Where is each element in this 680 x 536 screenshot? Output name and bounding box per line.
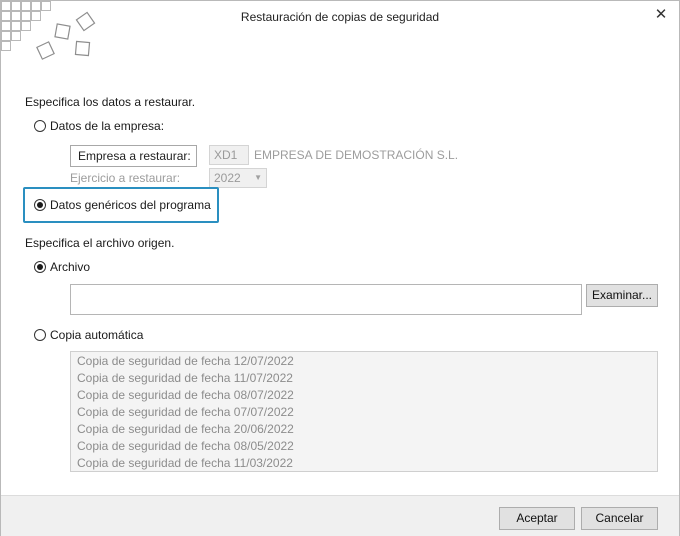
radio-datos-empresa-label[interactable]: Datos de la empresa: (50, 119, 164, 133)
list-item[interactable]: Copia de seguridad de fecha 08/05/2022 (77, 439, 294, 453)
archivo-input[interactable] (70, 284, 582, 315)
radio-datos-genericos-label[interactable]: Datos genéricos del programa (50, 198, 211, 212)
list-item[interactable]: Copia de seguridad de fecha 11/07/2022 (77, 371, 293, 385)
chevron-down-icon: ▼ (254, 173, 262, 182)
empresa-code-field: XD1 (209, 145, 249, 165)
empresa-a-restaurar-button[interactable]: Empresa a restaurar: (70, 145, 197, 167)
section-archivo-heading: Especifica el archivo origen. (25, 236, 175, 250)
close-icon[interactable]: ✕ (651, 5, 671, 25)
list-item[interactable]: Copia de seguridad de fecha 08/07/2022 (77, 388, 294, 402)
list-item[interactable]: Copia de seguridad de fecha 11/03/2022 (77, 456, 293, 470)
aceptar-button[interactable]: Aceptar (499, 507, 575, 530)
ejercicio-select: 2022 ▼ (209, 168, 267, 188)
list-item[interactable]: Copia de seguridad de fecha 07/07/2022 (77, 405, 294, 419)
ejercicio-label: Ejercicio a restaurar: (70, 171, 181, 185)
list-item[interactable]: Copia de seguridad de fecha 20/06/2022 (77, 422, 294, 436)
examinar-button[interactable]: Examinar... (586, 284, 658, 307)
cancelar-button[interactable]: Cancelar (581, 507, 658, 530)
empresa-name-text: EMPRESA DE DEMOSTRACIÓN S.L. (254, 148, 459, 162)
radio-copia-automatica[interactable] (34, 329, 46, 341)
ejercicio-value: 2022 (214, 171, 241, 185)
radio-copia-automatica-label[interactable]: Copia automática (50, 328, 143, 342)
radio-datos-empresa[interactable] (34, 120, 46, 132)
radio-archivo[interactable] (34, 261, 46, 273)
radio-datos-genericos[interactable] (34, 199, 46, 211)
list-item[interactable]: Copia de seguridad de fecha 12/07/2022 (77, 354, 294, 368)
footer-bar: Aceptar Cancelar (1, 495, 679, 536)
section-datos-heading: Especifica los datos a restaurar. (25, 95, 196, 109)
copias-list[interactable]: Copia de seguridad de fecha 12/07/2022 C… (70, 351, 658, 472)
restore-dialog: Restauración de copias de seguridad ✕ Es… (0, 0, 680, 536)
dialog-title: Restauración de copias de seguridad (240, 10, 440, 24)
radio-archivo-label[interactable]: Archivo (50, 260, 90, 274)
